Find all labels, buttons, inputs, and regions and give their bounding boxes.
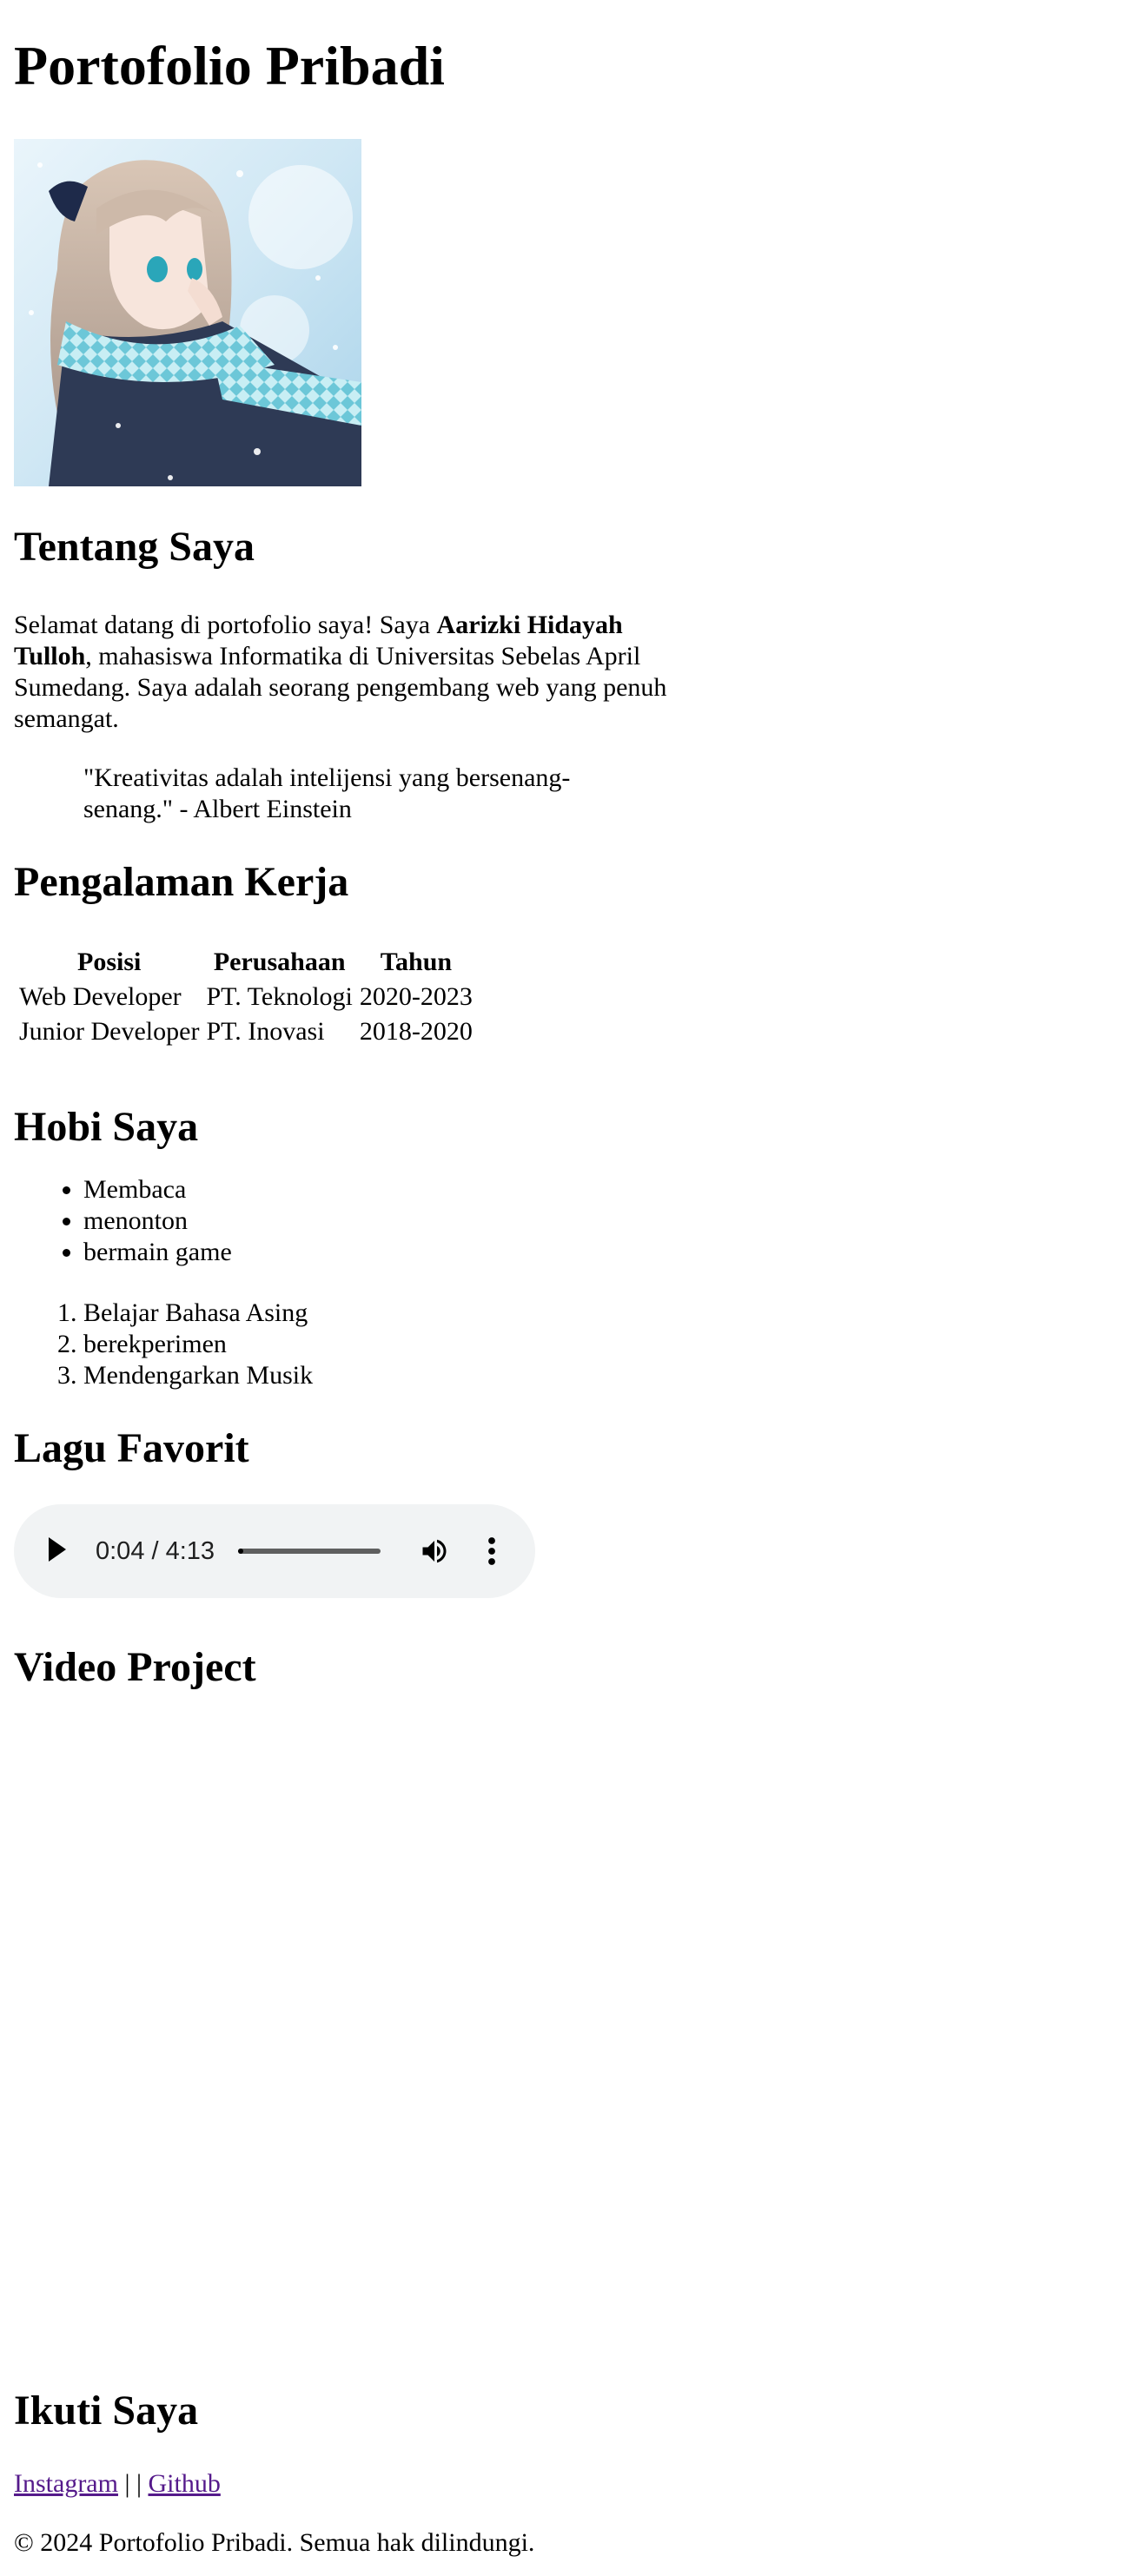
profile-photo (14, 139, 361, 486)
video-player[interactable] (14, 1699, 709, 2333)
about-rest: , mahasiswa Informatika di Universitas S… (14, 642, 667, 733)
volume-icon[interactable] (419, 1536, 450, 1567)
social-links: Instagram | | Github (14, 2468, 221, 2500)
instagram-link[interactable]: Instagram (14, 2469, 118, 2498)
audio-time: 0:04 / 4:13 (96, 1537, 215, 1565)
table-cell: Junior Developer (19, 1017, 200, 1046)
hobby-list: Membaca menonton bermain game (14, 1174, 232, 1268)
list-item: bermain game (83, 1237, 232, 1268)
table-cell: PT. Teknologi (206, 982, 353, 1011)
video-heading: Video Project (14, 1644, 256, 1690)
music-heading: Lagu Favorit (14, 1425, 249, 1471)
social-heading: Ikuti Saya (14, 2388, 199, 2434)
quote: "Kreativitas adalah intelijensi yang ber… (83, 763, 571, 823)
footer-text: © 2024 Portofolio Pribadi. Semua hak dil… (14, 2528, 535, 2557)
experience-table: Posisi Perusahaan Tahun Web Developer PT… (14, 943, 478, 1051)
about-paragraph: Selamat datang di portofolio saya! Saya … (14, 610, 683, 735)
list-item: Belajar Bahasa Asing (83, 1298, 313, 1329)
hobbies-heading: Hobi Saya (14, 1104, 199, 1150)
table-cell: 2018-2020 (359, 1017, 473, 1046)
table-row: Junior Developer PT. Inovasi 2018-2020 (17, 1016, 474, 1047)
github-link[interactable]: Github (148, 2469, 220, 2498)
about-heading: Tentang Saya (14, 524, 255, 570)
page-title: Portofolio Pribadi (14, 35, 445, 96)
table-row: Web Developer PT. Teknologi 2020-2023 (17, 981, 474, 1013)
numbered-list: Belajar Bahasa Asing berekperimen Menden… (14, 1298, 313, 1391)
audio-player[interactable]: 0:04 / 4:13 (14, 1504, 535, 1598)
audio-seek-bar[interactable] (238, 1549, 381, 1554)
about-intro: Selamat datang di portofolio saya! Saya (14, 611, 437, 639)
table-cell: PT. Inovasi (206, 1017, 325, 1046)
link-separator: | | (117, 2469, 149, 2498)
table-cell: Web Developer (19, 982, 182, 1011)
play-icon[interactable] (49, 1537, 66, 1562)
more-vertical-icon[interactable] (487, 1536, 497, 1567)
list-item: berekperimen (83, 1329, 313, 1360)
list-item: Mendengarkan Musik (83, 1360, 313, 1391)
column-header-year: Tahun (380, 948, 453, 976)
table-cell: 2020-2023 (359, 982, 473, 1011)
experience-heading: Pengalaman Kerja (14, 859, 349, 905)
table-header-row: Posisi Perusahaan Tahun (17, 947, 474, 978)
column-header-position: Posisi (77, 948, 142, 976)
list-item: menonton (83, 1205, 232, 1237)
list-item: Membaca (83, 1174, 232, 1205)
column-header-company: Perusahaan (213, 948, 346, 976)
audio-seek-progress (238, 1549, 243, 1554)
